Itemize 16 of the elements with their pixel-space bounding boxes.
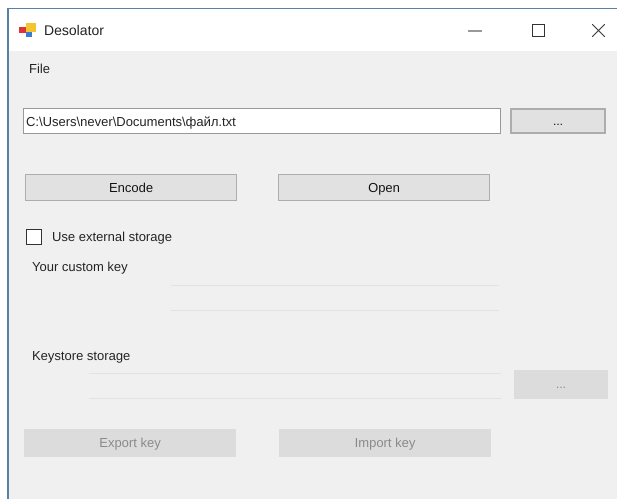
field-label: Keystore storage (32, 347, 132, 365)
checkbox-label: Use external storage (52, 228, 172, 246)
checkbox[interactable] (26, 228, 42, 245)
field-label: Your custom key (32, 258, 129, 276)
button: ... (514, 370, 608, 398)
button[interactable]: Encode (25, 174, 237, 201)
window-title: Desolator (44, 20, 104, 40)
button[interactable]: ... (510, 108, 606, 134)
file-path-field[interactable]: C:\Users\never\Documents\файл.txt (23, 108, 501, 134)
close-icon[interactable] (592, 24, 605, 36)
button: Export key (24, 428, 236, 456)
maximize-icon[interactable] (532, 24, 545, 36)
app-icon (19, 22, 37, 38)
button[interactable]: Open (278, 174, 490, 201)
menu-item[interactable]: File (29, 59, 50, 79)
button: Import key (279, 428, 491, 456)
